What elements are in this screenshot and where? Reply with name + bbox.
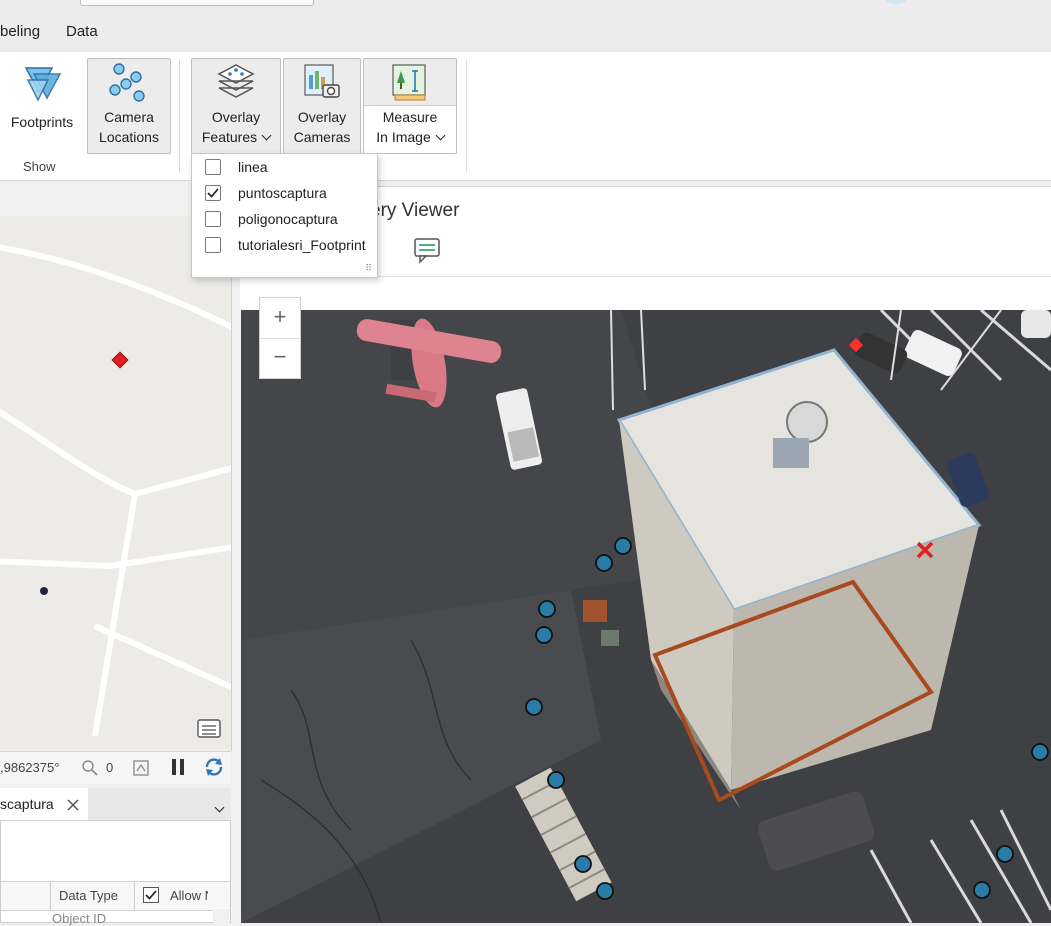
- overlay-features-button[interactable]: Overlay Features: [191, 58, 281, 154]
- attribute-table-tabbar: scaptura: [0, 788, 231, 820]
- dropdown-item-poligonocaptura[interactable]: poligonocaptura: [192, 207, 377, 233]
- tab-labeling[interactable]: beling: [0, 23, 40, 40]
- footprints-icon: [24, 67, 62, 102]
- chevron-down-icon: [435, 130, 446, 141]
- ribbon-separator: [179, 60, 180, 172]
- ribbon: Footprints Camera Locations Show Overlay…: [0, 52, 1051, 181]
- overlay-features-dropdown: linea puntoscaptura poligonocaptura tuto…: [191, 153, 378, 278]
- column-header-allow[interactable]: Allow N: [170, 888, 208, 903]
- checkbox-unchecked[interactable]: [205, 237, 221, 253]
- comment-icon[interactable]: [413, 236, 441, 264]
- dropdown-item-linea[interactable]: linea: [192, 155, 377, 181]
- measure-icon: [392, 64, 426, 101]
- zoom-out-button[interactable]: −: [260, 338, 300, 378]
- checkbox-unchecked[interactable]: [205, 211, 221, 227]
- zoom-control: + −: [259, 297, 301, 379]
- ribbon-separator: [466, 60, 467, 172]
- attribute-tab-label: scaptura: [0, 796, 54, 812]
- attribute-table-tab[interactable]: scaptura: [0, 788, 88, 820]
- allow-null-checkbox[interactable]: [143, 887, 159, 903]
- map-point[interactable]: [40, 587, 48, 595]
- aerial-image[interactable]: [241, 310, 1051, 923]
- attribute-table: Data Type Allow N Object ID: [0, 820, 231, 926]
- camera-locations-label-2: Locations: [99, 129, 159, 145]
- overlay-features-text: Features: [201, 129, 258, 145]
- map-legend-icon[interactable]: [196, 718, 224, 740]
- dropdown-item-label: tutorialesri_Footprint: [238, 237, 366, 253]
- selected-count: 0: [106, 760, 114, 775]
- close-icon[interactable]: [66, 798, 80, 812]
- search-input[interactable]: [80, 0, 314, 6]
- dropdown-item-label: poligonocaptura: [238, 211, 338, 227]
- checkbox-unchecked[interactable]: [205, 159, 221, 175]
- map-status-bar: ,9862375° 0: [0, 751, 231, 784]
- footprints-label: Footprints: [10, 114, 74, 130]
- tab-data[interactable]: Data: [66, 23, 98, 40]
- chevron-down-icon: [261, 130, 272, 141]
- resize-grip-icon[interactable]: ⠿: [365, 263, 372, 274]
- extent-icon[interactable]: [132, 759, 150, 777]
- chevron-down-icon[interactable]: [214, 802, 225, 813]
- column-header-data-type[interactable]: Data Type: [59, 888, 118, 903]
- checkmark-icon: [145, 890, 157, 900]
- selection-icon[interactable]: [80, 758, 100, 778]
- overlay-cameras-label-2: Cameras: [293, 129, 351, 145]
- top-menu-bar: beling Data: [0, 0, 1051, 52]
- scrollbar[interactable]: [213, 909, 229, 923]
- coordinate-readout: ,9862375°: [0, 760, 60, 775]
- footprints-button[interactable]: Footprints: [4, 58, 80, 146]
- overlay-cameras-icon: [304, 64, 340, 98]
- dropdown-item-label: puntoscaptura: [238, 185, 327, 201]
- account-avatar[interactable]: [884, 0, 908, 4]
- column-divider: [50, 882, 51, 910]
- overlay-layers-icon: [217, 64, 255, 98]
- camera-locations-button[interactable]: Camera Locations: [87, 58, 171, 154]
- pause-icon[interactable]: [170, 758, 186, 776]
- camera-points-icon: [109, 63, 145, 102]
- overlay-features-label-2: Features: [192, 127, 280, 147]
- viewer-title: ery Viewer: [370, 200, 460, 221]
- checkmark-icon: [207, 188, 219, 198]
- dropdown-item-puntoscaptura[interactable]: puntoscaptura: [192, 181, 377, 207]
- group-show-label: Show: [23, 159, 56, 174]
- checkbox-checked[interactable]: [205, 185, 221, 201]
- dropdown-item-label: linea: [238, 159, 268, 175]
- dropdown-item-footprint[interactable]: tutorialesri_Footprint: [192, 233, 377, 259]
- camera-locations-label-1: Camera: [104, 109, 154, 125]
- table-cell: Object ID: [52, 911, 107, 926]
- measure-label-2: In Image: [364, 127, 456, 147]
- map-view[interactable]: [0, 216, 232, 751]
- column-divider: [134, 882, 135, 910]
- map-canvas: [0, 244, 231, 737]
- zoom-in-button[interactable]: +: [260, 298, 300, 339]
- overlay-cameras-label-1: Overlay: [297, 109, 347, 125]
- measure-text: In Image: [376, 129, 431, 145]
- aerial-photo: [241, 310, 1051, 923]
- table-header-row: Data Type Allow N: [1, 881, 230, 911]
- measure-label-1: Measure: [382, 109, 438, 125]
- refresh-icon[interactable]: [203, 756, 225, 778]
- overlay-features-label-1: Overlay: [211, 109, 261, 125]
- measure-in-image-button[interactable]: Measure In Image: [363, 58, 457, 154]
- overlay-cameras-button[interactable]: Overlay Cameras: [283, 58, 361, 154]
